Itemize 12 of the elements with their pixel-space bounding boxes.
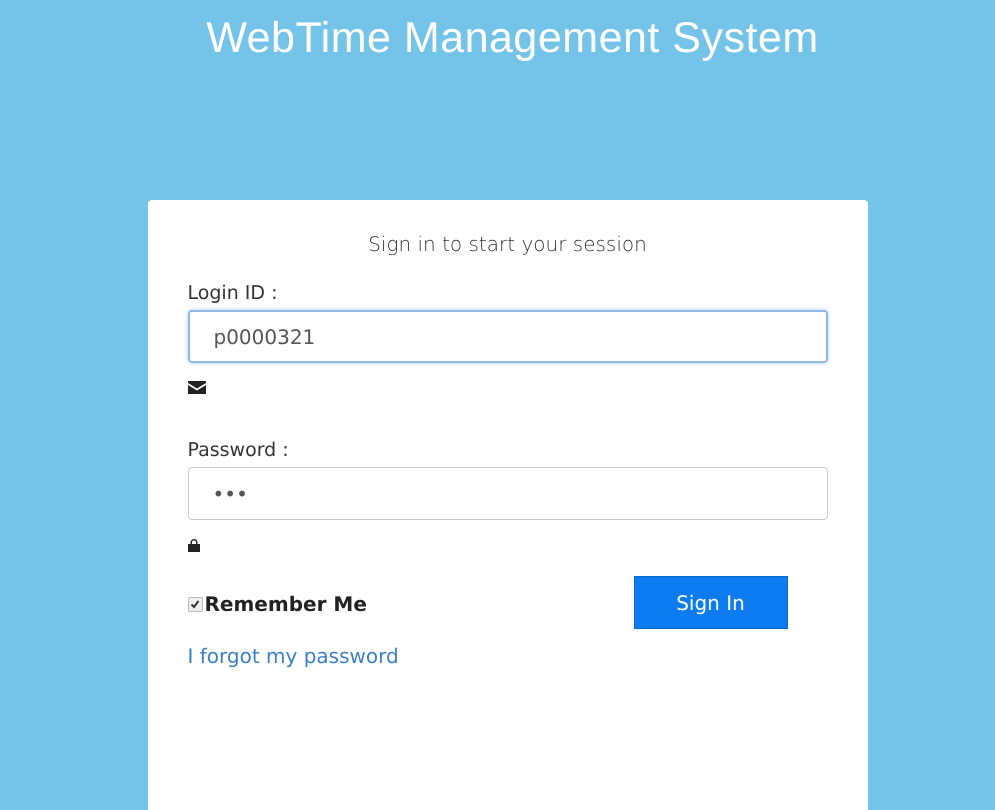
- lock-icon: [188, 538, 200, 552]
- remember-me-label: Remember Me: [204, 592, 367, 616]
- page-title: WebTime Management System: [206, 14, 819, 63]
- sign-in-button[interactable]: Sign In: [634, 576, 788, 629]
- forgot-password-link[interactable]: I forgot my password: [188, 644, 399, 668]
- field-label: Login ID :: [188, 282, 278, 304]
- envelope-icon: [188, 381, 206, 394]
- card-heading: Sign in to start your session: [367, 232, 648, 256]
- field-label: Password :: [188, 439, 289, 461]
- remember-checkbox[interactable]: [188, 596, 202, 612]
- password-field[interactable]: •••: [188, 467, 828, 520]
- login-id-field[interactable]: p0000321: [188, 310, 828, 363]
